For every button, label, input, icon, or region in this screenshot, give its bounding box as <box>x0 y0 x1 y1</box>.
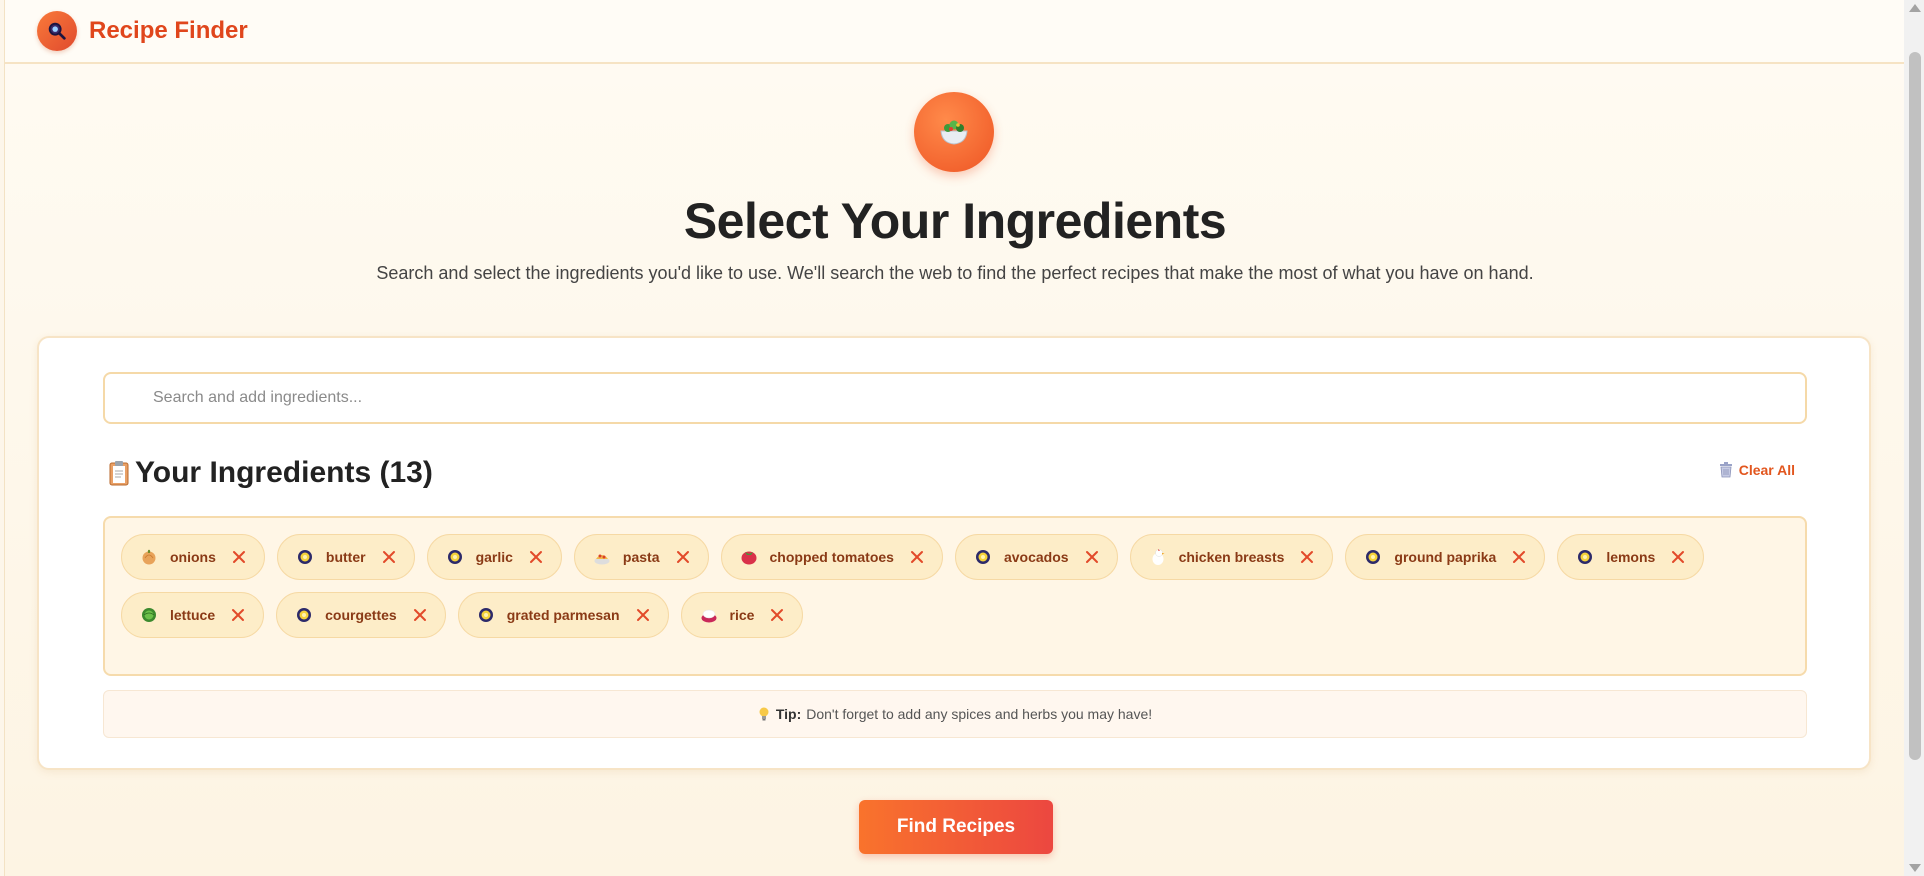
ingredient-chip[interactable]: chopped tomatoes <box>720 534 943 580</box>
close-icon[interactable] <box>231 608 245 622</box>
find-recipes-button[interactable]: Find Recipes <box>859 800 1053 854</box>
ingredient-chip-label: avocados <box>1003 549 1069 565</box>
ingredient-chip-label: lettuce <box>170 607 216 623</box>
page: Recipe Finder Select Your Ingredients Se… <box>4 0 1905 876</box>
close-icon[interactable] <box>910 550 924 564</box>
brand-name[interactable]: Recipe Finder <box>89 17 248 45</box>
ingredient-chip-label: grated parmesan <box>506 607 620 623</box>
close-icon[interactable] <box>1300 550 1314 564</box>
ingredient-chip[interactable]: rice <box>680 592 804 638</box>
logo[interactable] <box>37 11 77 51</box>
ingredient-chip[interactable]: avocados <box>954 534 1118 580</box>
generic-food-icon <box>297 550 312 564</box>
ingredient-chip-label: onions <box>170 549 216 565</box>
ingredient-chip-label: rice <box>729 607 755 623</box>
ingredient-chip[interactable]: courgettes <box>276 592 446 638</box>
ingredient-chip-label: ground paprika <box>1394 549 1497 565</box>
tomato-icon <box>741 551 756 565</box>
close-icon[interactable] <box>1085 550 1099 564</box>
generic-food-icon <box>447 550 462 564</box>
trash-icon <box>1719 462 1732 478</box>
page-subtitle: Search and select the ingredients you'd … <box>376 263 1534 283</box>
ingredient-chip[interactable]: lemons <box>1557 534 1705 580</box>
generic-food-icon <box>1578 550 1593 564</box>
clipboard-icon <box>109 461 129 486</box>
search-box <box>103 372 1807 424</box>
tip-banner: Tip: Don't forget to add any spices and … <box>103 690 1807 738</box>
close-icon[interactable] <box>770 608 784 622</box>
generic-food-icon <box>297 608 312 622</box>
ingredient-chip-label: lemons <box>1606 549 1656 565</box>
clear-all-label: Clear All <box>1738 462 1795 478</box>
scrollbar[interactable] <box>1904 0 1924 876</box>
ingredient-chip[interactable]: garlic <box>426 534 562 580</box>
ingredient-chip-label: chopped tomatoes <box>769 549 894 565</box>
close-icon[interactable] <box>413 608 427 622</box>
tip-label: Tip: <box>775 706 802 722</box>
close-icon[interactable] <box>676 550 690 564</box>
tip-text: Don't forget to add any spices and herbs… <box>806 706 1153 722</box>
ingredient-chip[interactable]: pasta <box>573 534 709 580</box>
ingredients-header: Your Ingredients (13) <box>107 456 433 490</box>
hero-icon <box>914 92 994 172</box>
rice-icon <box>701 609 717 623</box>
ingredient-chip[interactable]: butter <box>276 534 415 580</box>
ingredient-chip-label: courgettes <box>325 607 397 623</box>
ingredient-chip[interactable]: lettuce <box>121 592 265 638</box>
spaghetti-icon <box>594 554 610 565</box>
ingredient-chips: onions butter garlic pasta chopped tomatoes a… <box>103 516 1807 676</box>
close-icon[interactable] <box>1512 550 1526 564</box>
ingredient-chip[interactable]: chicken breasts <box>1129 534 1334 580</box>
onion-icon <box>142 549 156 565</box>
close-icon[interactable] <box>636 608 650 622</box>
clear-all-button[interactable]: Clear All <box>1719 462 1795 478</box>
top-bar: Recipe Finder <box>5 0 1905 64</box>
ingredients-card: Your Ingredients (13) Clear All onions bu… <box>37 336 1871 770</box>
ingredient-chip[interactable]: grated parmesan <box>457 592 669 638</box>
ingredient-chip-label: chicken breasts <box>1178 549 1285 565</box>
lettuce-icon <box>142 608 156 622</box>
lightbulb-icon <box>759 707 769 721</box>
generic-food-icon <box>478 608 493 622</box>
ingredient-chip-label: pasta <box>622 549 660 565</box>
ingredients-title: Your Ingredients (13) <box>135 456 433 489</box>
close-icon[interactable] <box>232 550 246 564</box>
close-icon[interactable] <box>382 550 396 564</box>
ingredient-chip[interactable]: ground paprika <box>1345 534 1546 580</box>
ingredient-chip[interactable]: onions <box>121 534 265 580</box>
search-icon <box>48 22 66 40</box>
close-icon[interactable] <box>529 550 543 564</box>
ingredient-chip-label: garlic <box>475 549 513 565</box>
close-icon[interactable] <box>1671 550 1685 564</box>
chicken-icon <box>1152 549 1165 565</box>
scroll-thumb[interactable] <box>1909 52 1921 760</box>
page-title: Select Your Ingredients <box>683 193 1227 249</box>
ingredient-chip-label: butter <box>325 549 366 565</box>
salad-bowl-icon <box>940 120 968 145</box>
scroll-up-arrow[interactable] <box>1909 4 1921 12</box>
generic-food-icon <box>1366 550 1381 564</box>
generic-food-icon <box>975 550 990 564</box>
search-input[interactable] <box>105 374 1805 422</box>
scroll-down-arrow[interactable] <box>1909 864 1921 872</box>
